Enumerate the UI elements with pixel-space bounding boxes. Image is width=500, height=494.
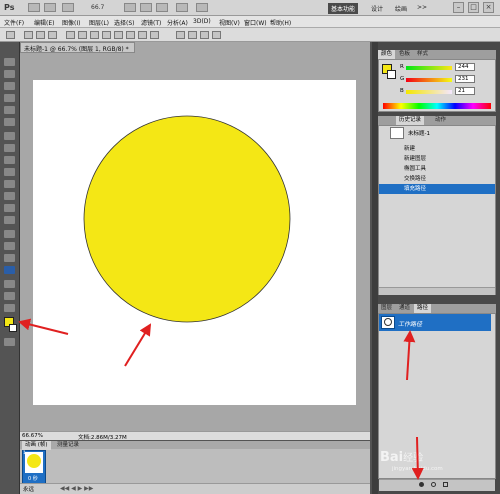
history-item[interactable]: 新建图层 — [379, 154, 495, 164]
fill-path-icon[interactable] — [419, 482, 424, 487]
history-item-selected[interactable]: 填充路径 — [379, 184, 495, 194]
b-label: B — [400, 88, 404, 94]
tab-layers[interactable]: 图层 — [378, 304, 395, 313]
tab-styles[interactable]: 样式 — [414, 50, 431, 59]
tab-animation-frames[interactable]: 动画 (帧) — [22, 441, 51, 450]
animation-panel-tabs: 动画 (帧) 测量记录 — [20, 441, 370, 450]
playback-controls[interactable]: ◀◀ ◀ ▶ ▶▶ — [60, 485, 93, 492]
tab-actions[interactable]: 动作 — [432, 116, 449, 125]
g-slider[interactable] — [406, 78, 452, 82]
load-selection-icon[interactable] — [443, 482, 448, 487]
document-status-bar: 66.67% 文档:2.86M/3.27M — [20, 431, 370, 441]
r-label: R — [400, 64, 404, 70]
tab-placeholder-left[interactable] — [378, 116, 391, 125]
b-slider[interactable] — [406, 90, 452, 94]
tab-channels[interactable]: 通道 — [396, 304, 413, 313]
color-panel-bg-swatch[interactable] — [387, 70, 396, 79]
status-doc-info: 文档:2.86M/3.27M — [78, 435, 127, 441]
paths-panel-footer — [379, 479, 495, 491]
tab-swatches[interactable]: 色板 — [396, 50, 413, 59]
history-snapshot-thumb[interactable] — [390, 127, 404, 139]
animation-controls: 永远 ◀◀ ◀ ▶ ▶▶ — [20, 483, 370, 494]
history-panel-footer — [379, 287, 495, 295]
b-value-input[interactable]: 21 — [455, 87, 475, 95]
history-item[interactable]: 椭圆工具 — [379, 164, 495, 174]
work-path-label[interactable]: 工作路径 — [398, 319, 422, 328]
frame-thumbnail-circle — [27, 454, 41, 468]
color-panel-tabs: 颜色 色板 样式 — [378, 50, 496, 59]
tab-paths[interactable]: 路径 — [414, 304, 432, 313]
g-value-input[interactable]: 231 — [455, 75, 475, 83]
g-label: G — [400, 76, 405, 82]
status-zoom[interactable]: 66.67% — [22, 433, 43, 439]
r-value-input[interactable]: 244 — [455, 63, 475, 71]
paths-panel-tabs: 图层 通道 路径 — [378, 304, 496, 313]
loop-option[interactable]: 永远 — [23, 485, 34, 493]
frame-delay[interactable]: 0 秒 — [28, 475, 38, 482]
work-path-thumb-circle — [384, 318, 392, 326]
watermark-url: jingyan.baidu.com — [392, 466, 443, 472]
tab-color[interactable]: 颜色 — [378, 50, 396, 59]
yellow-circle-shape — [83, 115, 291, 323]
history-item[interactable]: 交换路径 — [379, 174, 495, 184]
color-spectrum-bar[interactable] — [383, 103, 491, 109]
history-panel-tabs: 历史记录 动作 — [378, 116, 496, 125]
tab-history[interactable]: 历史记录 — [396, 116, 425, 125]
work-path-row[interactable] — [379, 314, 491, 331]
r-slider[interactable] — [406, 66, 452, 70]
history-snapshot-label[interactable]: 未标题-1 — [408, 129, 430, 137]
stroke-path-icon[interactable] — [431, 482, 436, 487]
baidu-watermark: Bai经验 — [380, 450, 424, 465]
tab-measurement-log[interactable]: 测量记录 — [54, 441, 82, 450]
history-item[interactable]: 新建 — [379, 144, 495, 154]
